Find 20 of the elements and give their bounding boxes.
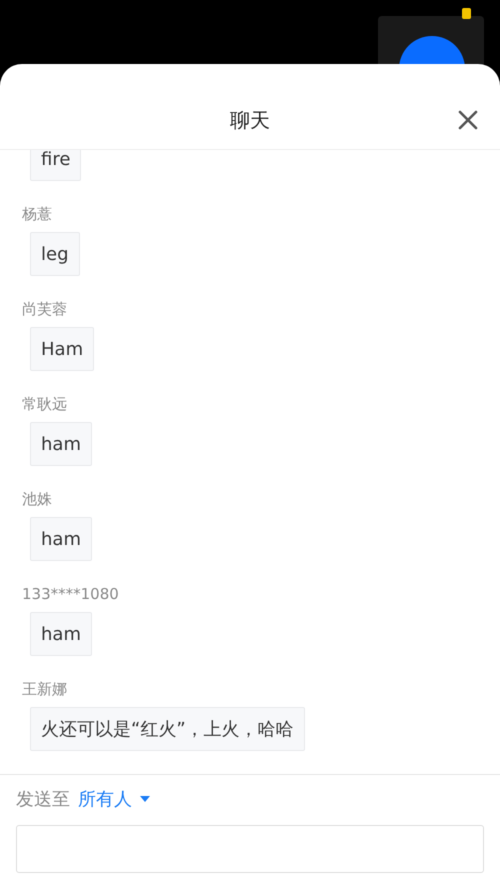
sender-name: 杨薏: [22, 204, 52, 224]
message-bubble: ham: [30, 517, 92, 561]
message-bubble: Ham: [30, 327, 94, 371]
message-bubble: 火还可以是“红火”，上火，哈哈: [30, 707, 305, 751]
sender-name: 王新娜: [22, 679, 67, 699]
sender-name: 常耿远: [22, 394, 67, 414]
close-button[interactable]: [456, 108, 480, 132]
message-bubble: leg: [30, 232, 80, 276]
message-bubble: fire: [30, 150, 82, 181]
sender-name: 池姝: [22, 489, 52, 509]
sender-name: 133****1080: [22, 584, 119, 604]
message-input[interactable]: [16, 825, 484, 873]
send-to-label: 发送至: [16, 788, 70, 811]
recipient-dropdown[interactable]: 所有人: [78, 787, 150, 811]
close-icon: [456, 108, 480, 132]
sender-name: 尚芙蓉: [22, 299, 67, 319]
dialog-title: 聊天: [230, 107, 270, 134]
caret-icon: [140, 796, 150, 802]
message-bubble: ham: [30, 612, 92, 656]
message-bubble: ham: [30, 422, 92, 466]
